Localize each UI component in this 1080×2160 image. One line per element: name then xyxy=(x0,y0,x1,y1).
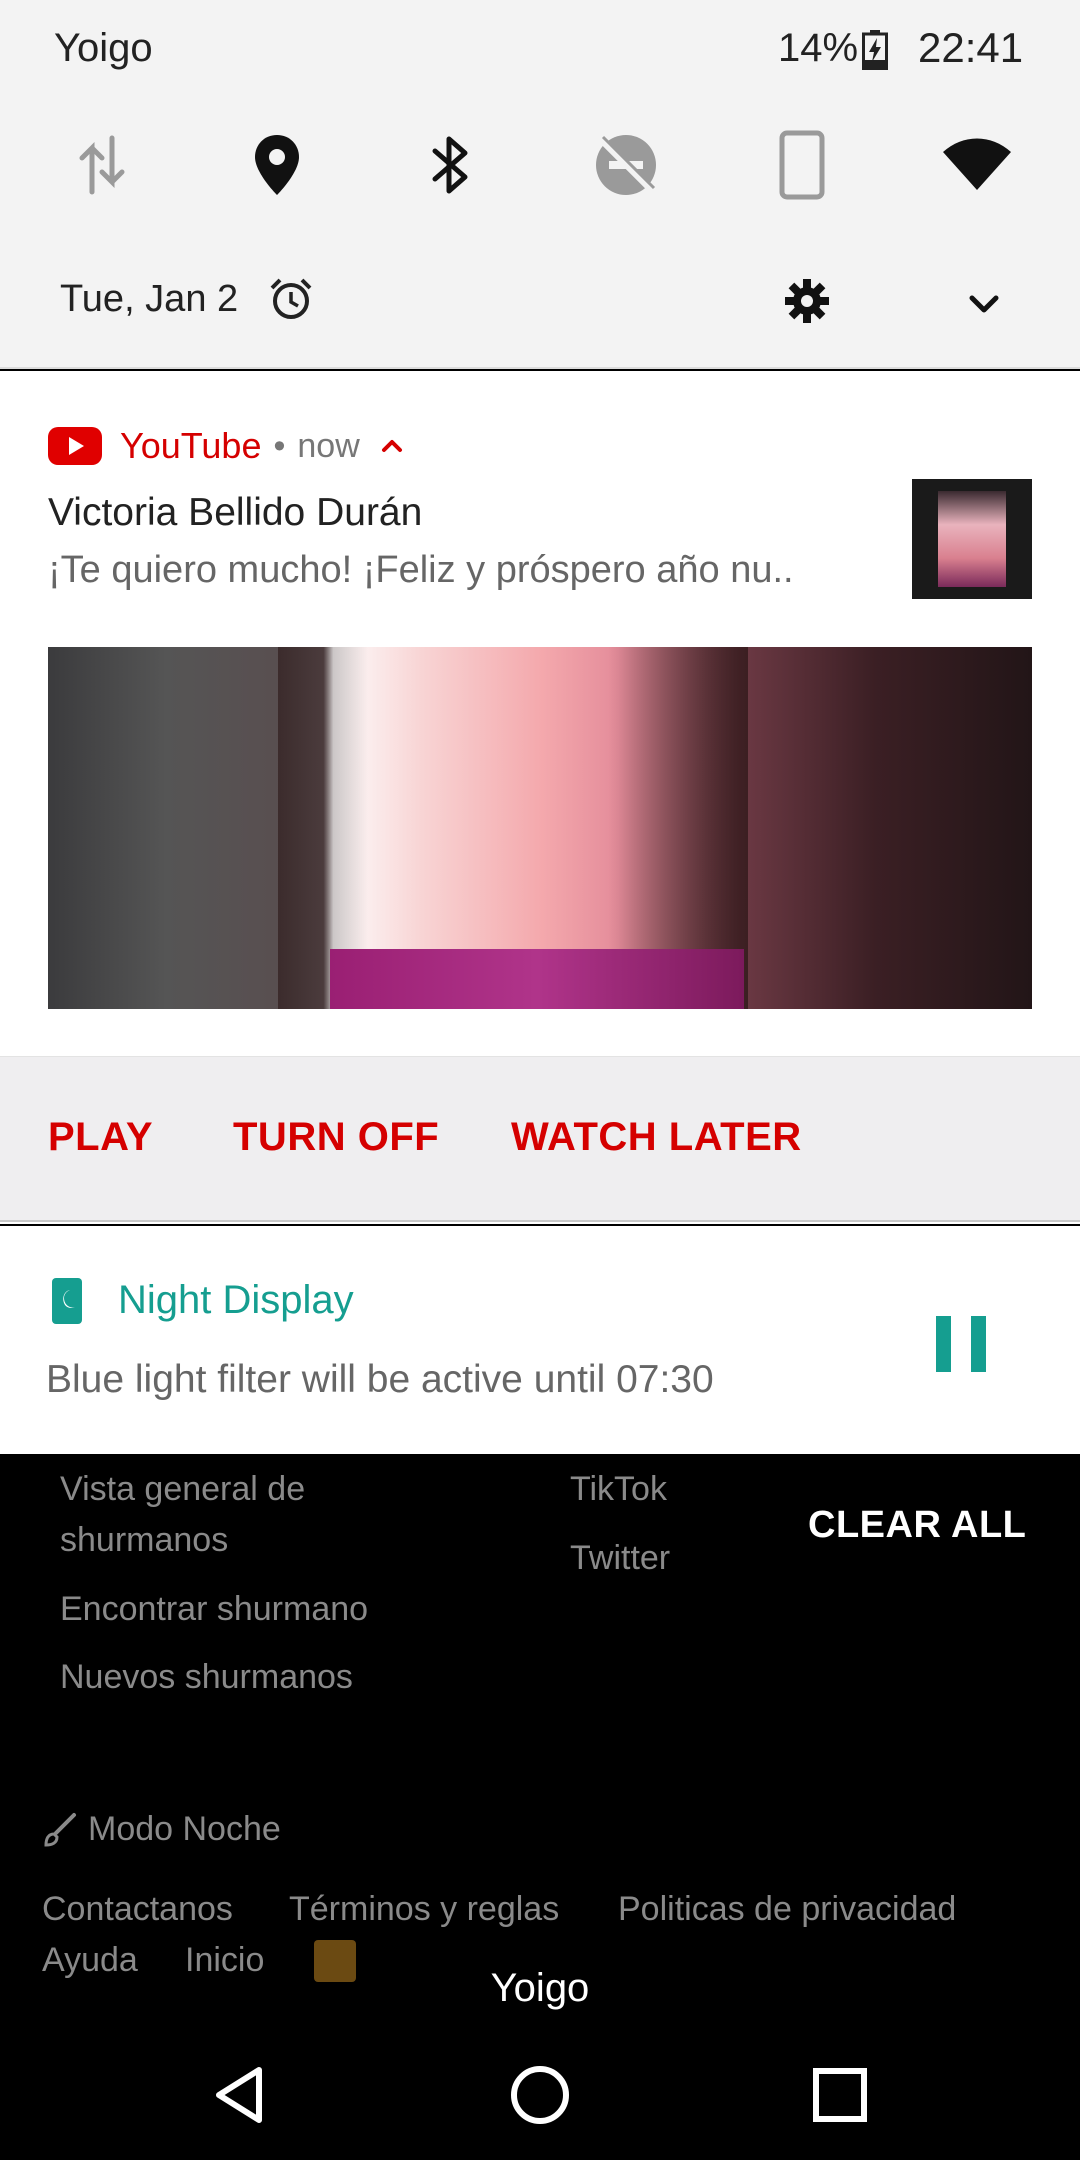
app-name: YouTube xyxy=(120,425,262,466)
youtube-logo-icon xyxy=(48,427,102,465)
clear-all-button[interactable]: CLEAR ALL xyxy=(808,1504,1026,1547)
date-text: Tue, Jan 2 xyxy=(60,278,239,320)
pause-icon[interactable] xyxy=(936,1316,986,1372)
recents-icon[interactable] xyxy=(805,2060,875,2130)
link-nuevos-shurmanos: Nuevos shurmanos xyxy=(60,1658,353,1696)
chevron-down-icon[interactable] xyxy=(962,282,1006,326)
alarm-icon[interactable] xyxy=(268,276,314,322)
do-not-disturb-icon[interactable] xyxy=(581,120,671,210)
auto-rotate-icon[interactable] xyxy=(757,120,847,210)
watch-later-button[interactable]: WATCH LATER xyxy=(511,1115,802,1160)
link-tiktok: TikTok xyxy=(570,1470,667,1508)
battery-percentage: 14% xyxy=(778,26,859,70)
location-icon[interactable] xyxy=(232,120,322,210)
link-privacidad: Politicas de privacidad xyxy=(618,1890,957,1928)
bluetooth-icon[interactable] xyxy=(406,120,496,210)
link-contactanos: Contactanos xyxy=(42,1890,233,1928)
link-terminos: Términos y reglas xyxy=(289,1890,560,1928)
notification-large-image xyxy=(48,647,1032,1009)
back-icon[interactable] xyxy=(205,2060,275,2130)
chevron-up-icon[interactable] xyxy=(378,432,406,460)
quick-settings-tiles xyxy=(0,120,1080,210)
moon-icon xyxy=(52,1278,82,1324)
wifi-icon[interactable] xyxy=(932,120,1022,210)
date-row: Tue, Jan 2 xyxy=(0,260,1080,340)
clock: 22:41 xyxy=(918,24,1024,71)
header-separator: • xyxy=(273,426,286,465)
notification-thumbnail xyxy=(912,479,1032,599)
play-button[interactable]: PLAY xyxy=(48,1115,153,1160)
youtube-notification[interactable]: YouTube • now Victoria Bellido Durán ¡Te… xyxy=(0,371,1080,1224)
brush-icon xyxy=(44,1813,76,1847)
link-twitter: Twitter xyxy=(570,1539,671,1577)
lockscreen-carrier: Yoigo xyxy=(490,1966,590,2010)
notification-title: Victoria Bellido Durán xyxy=(48,491,423,534)
night-display-body: Blue light filter will be active until 0… xyxy=(46,1358,714,1401)
modo-noche-link: Modo Noche xyxy=(88,1810,281,1848)
carrier-name: Yoigo xyxy=(54,26,153,70)
night-display-notification[interactable]: Night Display Blue light filter will be … xyxy=(0,1226,1080,1454)
night-display-title: Night Display xyxy=(118,1278,354,1322)
notification-actions: PLAY TURN OFF WATCH LATER xyxy=(0,1056,1080,1222)
mobile-data-icon[interactable] xyxy=(57,120,147,210)
notification-body: ¡Te quiero mucho! ¡Feliz y próspero año … xyxy=(48,549,794,591)
link-vista-general-cont: shurmanos xyxy=(60,1521,229,1559)
link-encontrar-shurmano: Encontrar shurmano xyxy=(60,1590,369,1628)
navigation-bar xyxy=(0,2030,1080,2160)
quick-settings-panel: Yoigo 14% 22:41 Tue, Jan 2 xyxy=(0,0,1080,369)
notification-time: now xyxy=(297,426,360,465)
turn-off-button[interactable]: TURN OFF xyxy=(233,1115,439,1160)
link-vista-general: Vista general de xyxy=(60,1470,306,1508)
status-bar: Yoigo 14% 22:41 xyxy=(0,0,1080,100)
home-icon[interactable] xyxy=(505,2060,575,2130)
battery-charging-icon xyxy=(862,30,888,70)
notification-header: YouTube • now xyxy=(48,423,406,469)
gear-icon[interactable] xyxy=(782,276,832,326)
